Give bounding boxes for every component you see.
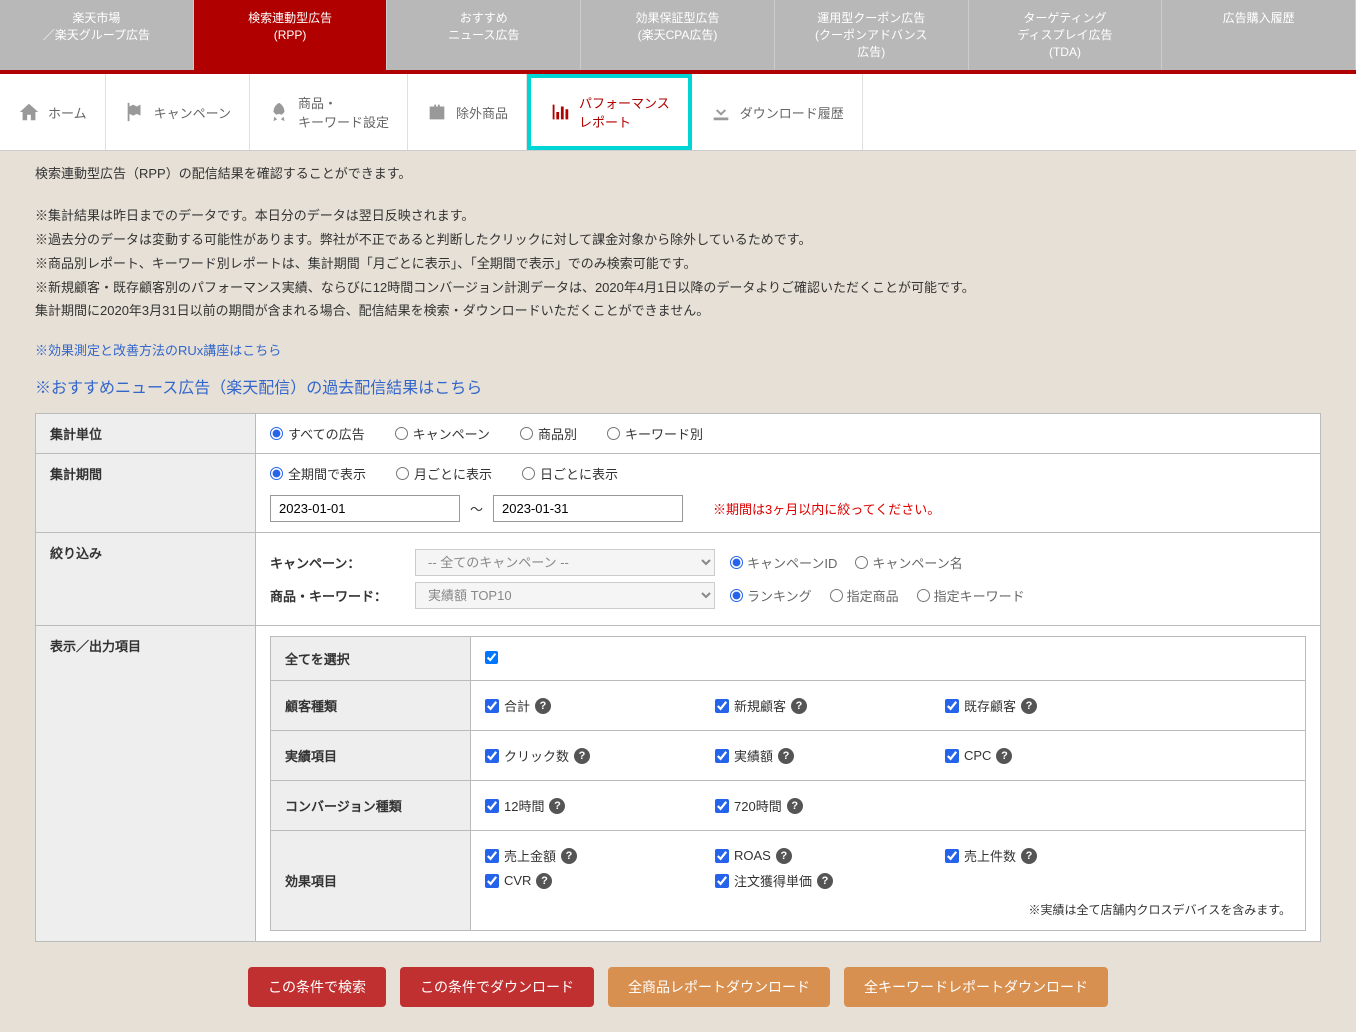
help-icon[interactable]: ? [549, 798, 565, 814]
conv-label: コンバージョン種類 [271, 781, 471, 831]
sub-tab-campaign[interactable]: キャンペーン [106, 74, 250, 150]
all-keywords-button[interactable]: 全キーワードレポートダウンロード [844, 967, 1108, 1007]
select-all-checkbox[interactable] [485, 651, 498, 664]
output-table: 全てを選択 顧客種類 合計? 新規顧客? 既存顧客? 実績項目 クリック数? 実… [270, 636, 1306, 931]
search-button[interactable]: この条件で検索 [248, 967, 386, 1007]
chk-salescount[interactable]: 売上件数? [945, 846, 1175, 865]
note-text: ※商品別レポート、キーワード別レポートは、集計期間「月ごとに表示」、「全期間で表… [35, 254, 1321, 275]
briefcase-icon [426, 101, 448, 123]
select-all-label: 全てを選択 [271, 637, 471, 681]
top-tab-news[interactable]: おすすめニュース広告 [387, 0, 581, 70]
chk-12h[interactable]: 12時間? [485, 796, 715, 815]
top-tab-rakuten[interactable]: 楽天市場／楽天グループ広告 [0, 0, 194, 70]
campaign-name-radio[interactable]: キャンペーン名 [855, 553, 962, 572]
sub-tab-performance[interactable]: パフォーマンスレポート [527, 74, 692, 150]
ranking-radio[interactable]: ランキング [730, 586, 812, 605]
date-warning: ※期間は3ヶ月以内に絞ってください。 [713, 499, 940, 518]
sub-tab-download[interactable]: ダウンロード履歴 [692, 74, 863, 150]
keyword-radio[interactable]: 指定キーワード [917, 586, 1025, 605]
all-products-button[interactable]: 全商品レポートダウンロード [608, 967, 830, 1007]
note-text: ※過去分のデータは変動する可能性があります。弊社が不正であると判断したクリックに… [35, 230, 1321, 251]
top-tab-rpp[interactable]: 検索連動型広告(RPP) [194, 0, 388, 70]
product-radio[interactable]: 指定商品 [830, 586, 899, 605]
period-option-day[interactable]: 日ごとに表示 [522, 464, 618, 483]
filter-label: 絞り込み [36, 533, 256, 626]
action-buttons: この条件で検索 この条件でダウンロード 全商品レポートダウンロード 全キーワード… [35, 967, 1321, 1007]
product-select[interactable]: 実績額 TOP10 [415, 582, 715, 609]
help-icon[interactable]: ? [787, 798, 803, 814]
help-icon[interactable]: ? [1021, 698, 1037, 714]
content-area: 検索連動型広告（RPP）の配信結果を確認することができます。 ※集計結果は昨日ま… [0, 151, 1356, 1032]
unit-label: 集計単位 [36, 414, 256, 454]
top-tab-history[interactable]: 広告購入履歴 [1162, 0, 1356, 70]
sub-tab-product[interactable]: 商品・キーワード設定 [250, 74, 408, 150]
chk-cpc[interactable]: CPC? [945, 746, 1175, 765]
date-from-input[interactable] [270, 495, 460, 522]
chk-new[interactable]: 新規顧客? [715, 696, 945, 715]
campaign-filter-label: キャンペーン： [270, 553, 400, 572]
description-text: 検索連動型広告（RPP）の配信結果を確認することができます。 [35, 164, 1321, 185]
chk-orderunit[interactable]: 注文獲得単価? [715, 871, 945, 890]
help-icon[interactable]: ? [535, 698, 551, 714]
sub-tab-exclude[interactable]: 除外商品 [408, 74, 527, 150]
customer-type-label: 顧客種類 [271, 681, 471, 731]
effect-label: 効果項目 [271, 831, 471, 931]
help-icon[interactable]: ? [1021, 848, 1037, 864]
help-icon[interactable]: ? [817, 873, 833, 889]
sub-tab-home[interactable]: ホーム [0, 74, 106, 150]
top-tab-bar: 楽天市場／楽天グループ広告 検索連動型広告(RPP) おすすめニュース広告 効果… [0, 0, 1356, 74]
download-icon [710, 101, 732, 123]
date-to-input[interactable] [493, 495, 683, 522]
tilde: ～ [470, 499, 483, 518]
top-tab-cpa[interactable]: 効果保証型広告(楽天CPA広告) [581, 0, 775, 70]
chk-roas[interactable]: ROAS? [715, 846, 945, 865]
past-results-link[interactable]: ※おすすめニュース広告（楽天配信）の過去配信結果はこちら [35, 374, 1321, 398]
top-tab-coupon[interactable]: 運用型クーポン広告(クーポンアドバンス広告) [775, 0, 969, 70]
output-label: 表示／出力項目 [36, 626, 256, 942]
home-icon [18, 101, 40, 123]
unit-option-campaign[interactable]: キャンペーン [395, 424, 490, 443]
sub-tab-bar: ホーム キャンペーン 商品・キーワード設定 除外商品 パフォーマンスレポート ダ… [0, 74, 1356, 151]
rux-link[interactable]: ※効果測定と改善方法のRUx講座はこちら [35, 343, 281, 358]
chk-cvr[interactable]: CVR? [485, 871, 715, 890]
campaign-id-radio[interactable]: キャンペーンID [730, 553, 837, 572]
chk-existing[interactable]: 既存顧客? [945, 696, 1175, 715]
period-option-all[interactable]: 全期間で表示 [270, 464, 366, 483]
period-option-month[interactable]: 月ごとに表示 [396, 464, 492, 483]
chk-sales[interactable]: 売上金額? [485, 846, 715, 865]
chk-clicks[interactable]: クリック数? [485, 746, 715, 765]
note-text: ※新規顧客・既存顧客別のパフォーマンス実績、ならびに12時間コンバージョン計測デ… [35, 278, 1321, 299]
cross-device-note: ※実績は全て店舗内クロスデバイスを含みます。 [485, 901, 1291, 918]
flag-icon [124, 101, 146, 123]
actual-label: 実績項目 [271, 731, 471, 781]
chk-total[interactable]: 合計? [485, 696, 715, 715]
help-icon[interactable]: ? [536, 873, 552, 889]
help-icon[interactable]: ? [574, 748, 590, 764]
campaign-select[interactable]: -- 全てのキャンペーン -- [415, 549, 715, 576]
note-text: 集計期間に2020年3月31日以前の期間が含まれる場合、配信結果を検索・ダウンロ… [35, 301, 1321, 322]
download-button[interactable]: この条件でダウンロード [400, 967, 594, 1007]
product-filter-label: 商品・キーワード： [270, 586, 400, 605]
chk-actual[interactable]: 実績額? [715, 746, 945, 765]
help-icon[interactable]: ? [561, 848, 577, 864]
period-label: 集計期間 [36, 454, 256, 533]
top-tab-tda[interactable]: ターゲティングディスプレイ広告(TDA) [969, 0, 1163, 70]
help-icon[interactable]: ? [996, 748, 1012, 764]
help-icon[interactable]: ? [791, 698, 807, 714]
help-icon[interactable]: ? [778, 748, 794, 764]
chart-icon [549, 101, 571, 123]
chk-720h[interactable]: 720時間? [715, 796, 945, 815]
search-form: 集計単位 すべての広告 キャンペーン 商品別 キーワード別 集計期間 全期間で表… [35, 413, 1321, 942]
note-text: ※集計結果は昨日までのデータです。本日分のデータは翌日反映されます。 [35, 206, 1321, 227]
help-icon[interactable]: ? [776, 848, 792, 864]
unit-option-product[interactable]: 商品別 [520, 424, 577, 443]
rocket-icon [268, 101, 290, 123]
unit-option-keyword[interactable]: キーワード別 [607, 424, 703, 443]
unit-option-all[interactable]: すべての広告 [270, 424, 365, 443]
